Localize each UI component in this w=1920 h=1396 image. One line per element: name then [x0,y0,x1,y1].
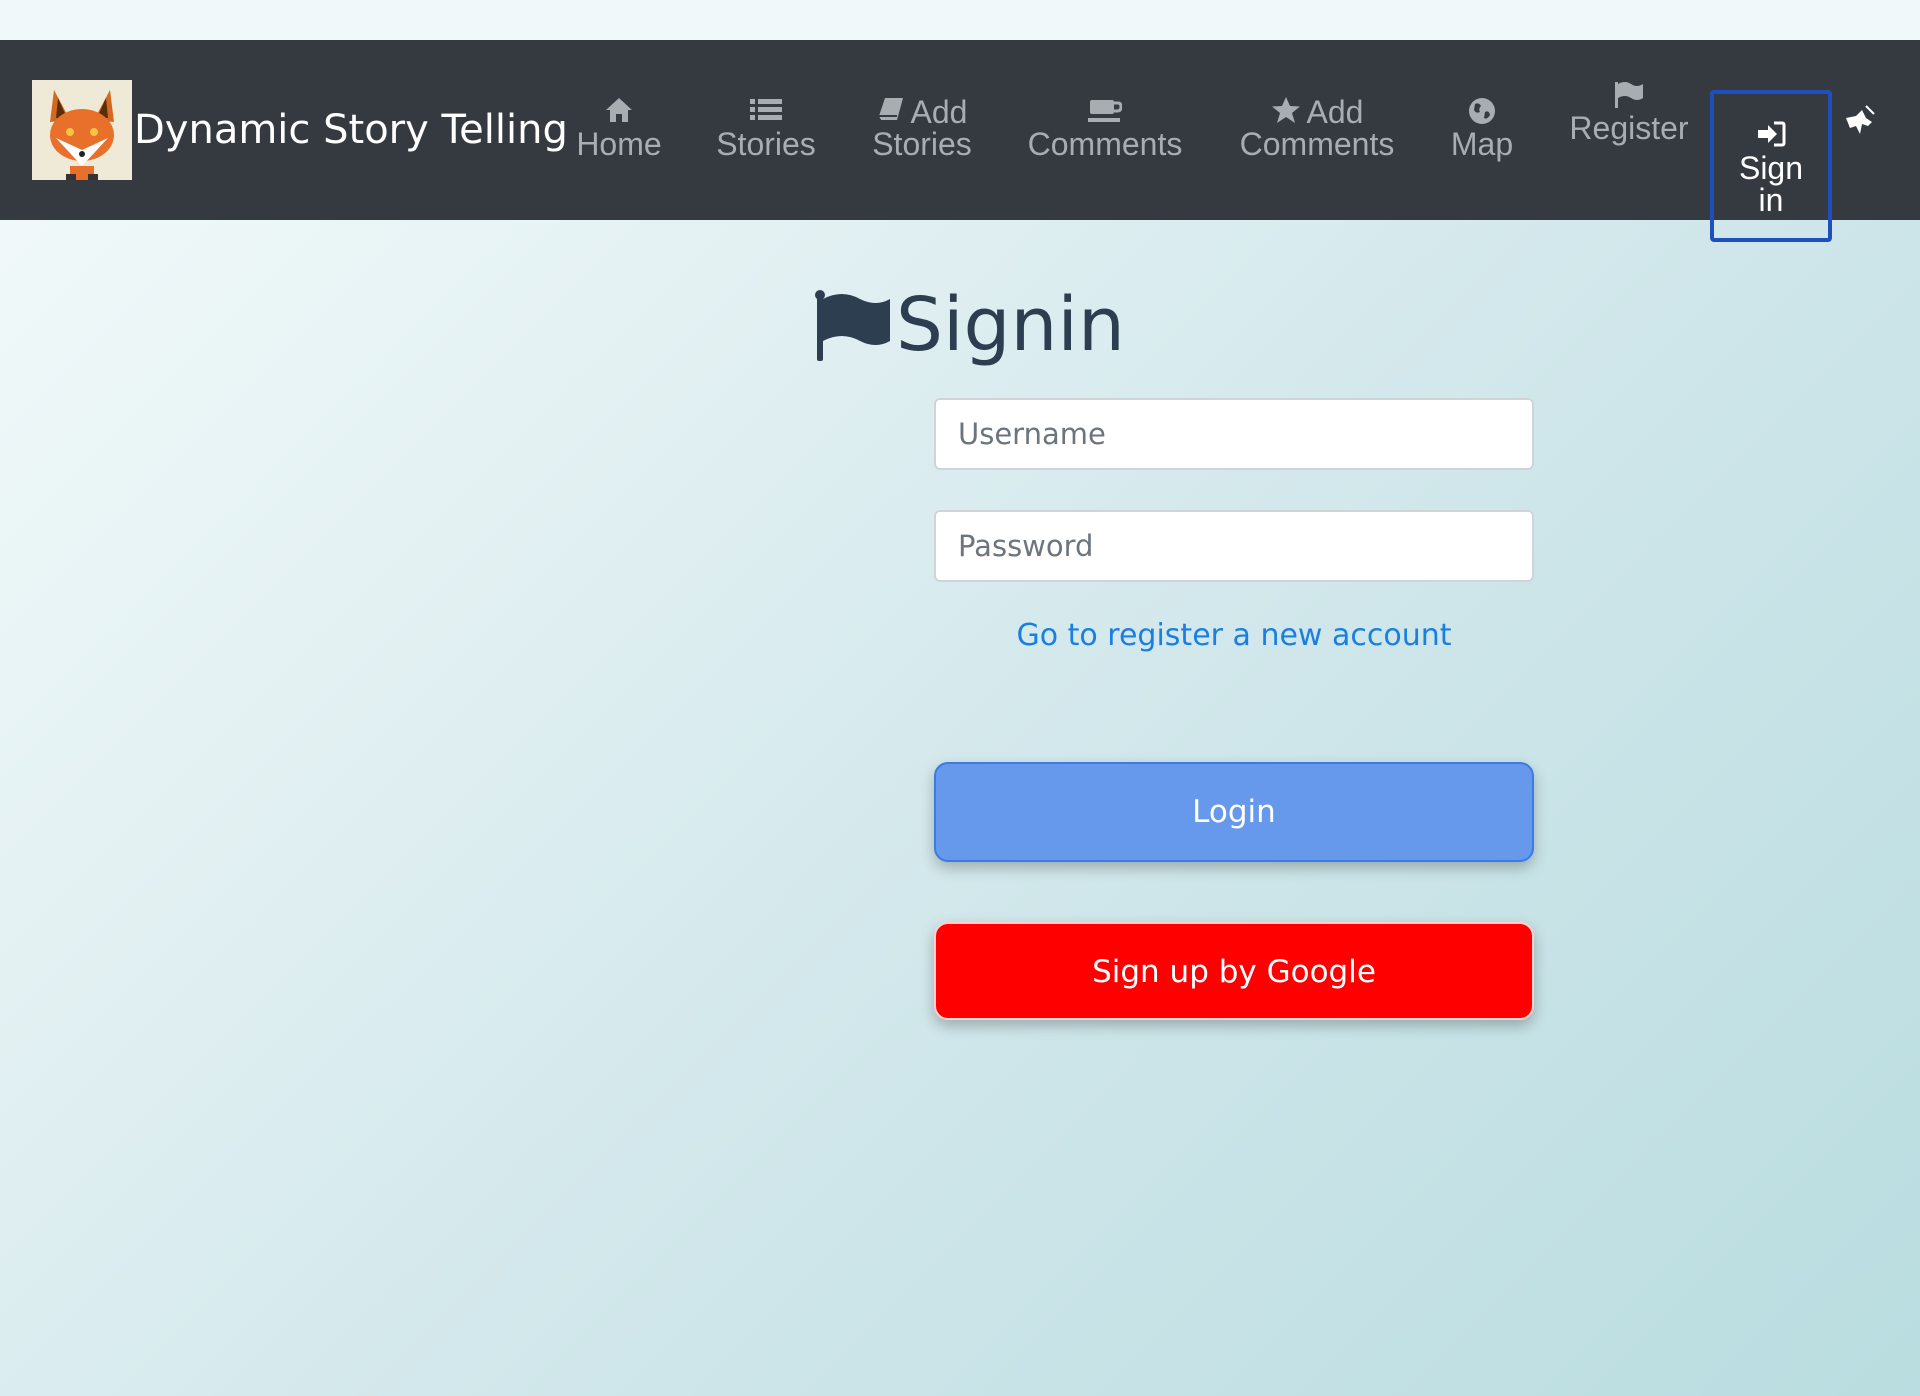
nav-add-stories-label-2: Stories [872,126,972,162]
sign-in-icon [1714,120,1828,152]
home-icon [574,96,664,128]
page-title-text: Signin [896,282,1125,368]
globe-icon [1448,96,1516,128]
fox-logo [32,80,132,180]
brand[interactable]: Dynamic Story Telling [32,80,568,180]
nav-register[interactable]: Register [1566,80,1692,144]
flag-icon [1566,80,1692,112]
nav-stories-label: Stories [716,126,816,162]
nav-stories[interactable]: Stories [712,96,820,160]
list-icon [712,96,820,128]
nav-home[interactable]: Home [574,96,664,160]
nav-add-comments-label-2: Comments [1239,126,1395,162]
nav-comments[interactable]: Comments [1024,96,1186,160]
nav-sign-in[interactable]: Sign in [1710,90,1832,242]
nav-add-comments-label-1: Add [1306,94,1364,130]
top-strip [0,0,1920,40]
nav-add-stories-label-1: Add [910,94,968,130]
nav-add-stories[interactable]: Add Stories [868,96,976,160]
nav-sign-in-label-2: in [1758,182,1784,218]
brand-title: Dynamic Story Telling [134,107,568,153]
nav-comments-label: Comments [1027,126,1183,162]
title-flag-icon [812,285,892,365]
navbar: Dynamic Story Telling Home Stories Add S… [0,40,1920,242]
nav-register-label: Register [1569,110,1689,146]
nav-map[interactable]: Map [1448,96,1516,160]
coffee-icon [1024,96,1186,128]
nav-map-label: Map [1450,126,1514,162]
nav-home-label: Home [576,126,662,162]
register-link[interactable]: Go to register a new account [934,618,1534,653]
login-button[interactable]: Login [934,762,1534,862]
nav-add-comments[interactable]: Add Comments [1236,96,1398,160]
nav-sign-in-label-1: Sign [1738,150,1804,186]
google-signup-button[interactable]: Sign up by Google [934,922,1534,1020]
page-title: Signin [812,282,1125,368]
mascot-icon [1842,104,1878,140]
star-icon [1271,96,1301,129]
password-input[interactable] [934,510,1534,582]
book-icon [877,96,905,129]
username-input[interactable] [934,398,1534,470]
